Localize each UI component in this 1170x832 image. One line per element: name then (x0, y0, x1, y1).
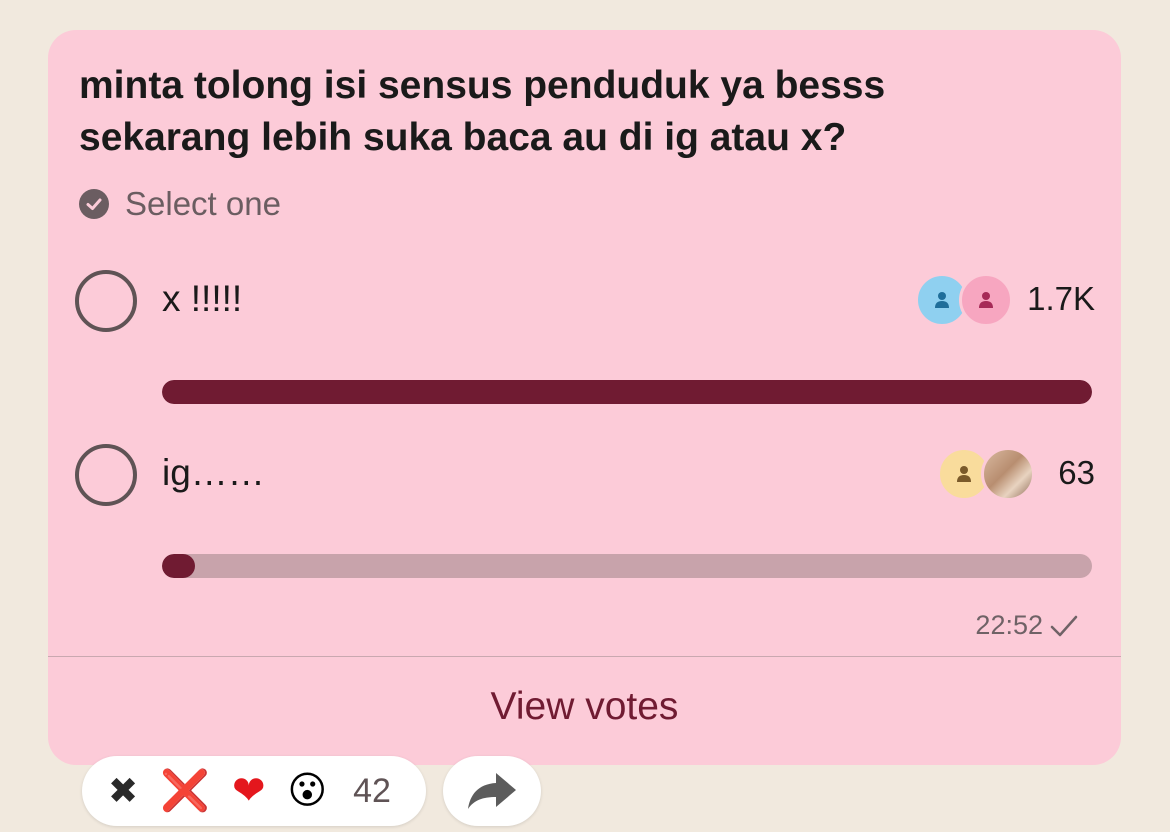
radio-button[interactable] (75, 444, 137, 506)
poll-option-x[interactable]: x !!!!! 1.7K (75, 270, 1095, 404)
multiply-emoji: ✖ (108, 770, 139, 811)
photo-avatar (981, 447, 1035, 501)
poll-option-ig[interactable]: ig…… 63 (75, 444, 1095, 578)
timestamp-text: 22:52 (975, 610, 1043, 640)
poll-bubble: minta tolong isi sensus penduduk ya bess… (48, 30, 1121, 765)
select-hint: Select one (79, 185, 281, 223)
question-line-2: sekarang lebih suka baca au di ig atau x… (79, 116, 847, 159)
radio-button[interactable] (75, 270, 137, 332)
select-hint-label: Select one (125, 185, 281, 222)
option-label: x !!!!! (162, 278, 243, 319)
red-heart-emoji: ❤ (231, 769, 266, 813)
checkmark-icon (1050, 615, 1078, 636)
reaction-count: 42 (353, 771, 391, 810)
reactions-bar[interactable]: ✖ ❌ ❤ 😮 42 (82, 756, 426, 826)
question-line-1: minta tolong isi sensus penduduk ya bess… (79, 64, 886, 107)
share-arrow-icon (468, 773, 516, 809)
vote-count: 1.7K (1027, 280, 1095, 317)
cross-mark-emoji: ❌ (160, 769, 210, 813)
vote-bar (162, 554, 1092, 578)
voter-avatars[interactable] (915, 273, 1013, 327)
view-votes-button[interactable]: View votes (48, 685, 1121, 729)
vote-bar (162, 380, 1092, 404)
vote-count: 63 (1058, 454, 1095, 491)
surprised-face-emoji: 😮 (287, 770, 328, 812)
share-button[interactable] (443, 756, 541, 826)
divider (48, 656, 1121, 657)
person-icon (959, 273, 1013, 327)
voter-avatars[interactable] (937, 447, 1035, 501)
check-circle-icon (79, 189, 109, 219)
vote-bar-fill (162, 380, 1092, 404)
message-timestamp: 22:52 (975, 610, 1079, 641)
vote-bar-fill (162, 554, 195, 578)
option-label: ig…… (162, 452, 265, 493)
poll-question: minta tolong isi sensus penduduk ya bess… (79, 60, 1059, 164)
